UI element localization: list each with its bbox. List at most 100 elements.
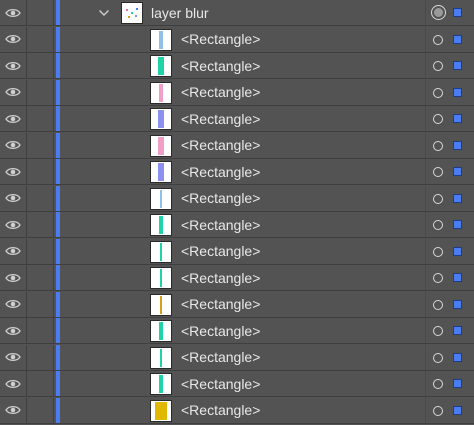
rectangle-row[interactable]: <Rectangle> xyxy=(0,291,474,318)
lock-toggle-cell[interactable] xyxy=(28,397,54,423)
rectangle-name[interactable]: <Rectangle> xyxy=(181,186,260,211)
rectangle-name[interactable]: <Rectangle> xyxy=(181,371,260,396)
eye-icon[interactable] xyxy=(0,79,27,105)
selection-indicator-square[interactable] xyxy=(453,379,462,388)
target-circle-icon[interactable] xyxy=(433,405,443,416)
rectangle-name[interactable]: <Rectangle> xyxy=(181,318,260,343)
rectangle-row[interactable]: <Rectangle> xyxy=(0,371,474,397)
lock-toggle-cell[interactable] xyxy=(28,106,54,131)
eye-icon[interactable] xyxy=(0,238,27,264)
target-circle-icon[interactable] xyxy=(433,273,443,283)
column-divider xyxy=(425,79,426,105)
eye-icon[interactable] xyxy=(0,0,27,25)
rectangle-row[interactable]: <Rectangle> xyxy=(0,26,474,53)
lock-toggle-cell[interactable] xyxy=(28,318,54,343)
target-circle-icon[interactable] xyxy=(433,87,443,98)
target-circle-icon[interactable] xyxy=(433,61,443,71)
rectangle-row[interactable]: <Rectangle> xyxy=(0,212,474,238)
target-circle-icon[interactable] xyxy=(433,379,443,389)
rectangle-row[interactable]: <Rectangle> xyxy=(0,238,474,265)
rectangle-row[interactable]: <Rectangle> xyxy=(0,106,474,132)
rectangle-name[interactable]: <Rectangle> xyxy=(181,292,260,317)
selection-indicator-square[interactable] xyxy=(453,8,462,17)
lock-toggle-cell[interactable] xyxy=(28,344,54,370)
eye-icon[interactable] xyxy=(0,318,27,343)
lock-toggle-cell[interactable] xyxy=(28,26,54,52)
lock-toggle-cell[interactable] xyxy=(28,185,54,211)
rectangle-name[interactable]: <Rectangle> xyxy=(181,159,260,184)
selection-indicator-square[interactable] xyxy=(453,326,462,335)
eye-icon[interactable] xyxy=(0,53,27,78)
rectangle-row[interactable]: <Rectangle> xyxy=(0,344,474,371)
target-circle-icon[interactable] xyxy=(433,246,443,257)
rectangle-row[interactable]: <Rectangle> xyxy=(0,185,474,212)
selection-indicator-square[interactable] xyxy=(453,273,462,282)
lock-toggle-cell[interactable] xyxy=(28,0,54,25)
rectangle-name[interactable]: <Rectangle> xyxy=(181,212,260,237)
rectangle-name[interactable]: <Rectangle> xyxy=(181,80,260,105)
selection-indicator-square[interactable] xyxy=(453,220,462,229)
eye-icon[interactable] xyxy=(0,371,27,396)
selection-indicator-square[interactable] xyxy=(453,299,462,309)
target-circle-icon[interactable] xyxy=(433,34,443,45)
selection-indicator-square[interactable] xyxy=(453,114,462,123)
selection-indicator-square[interactable] xyxy=(453,87,462,97)
rectangle-row[interactable]: <Rectangle> xyxy=(0,397,474,424)
rectangle-row[interactable]: <Rectangle> xyxy=(0,159,474,185)
rectangle-name[interactable]: <Rectangle> xyxy=(181,53,260,78)
eye-icon[interactable] xyxy=(0,185,27,211)
target-circle-icon[interactable] xyxy=(433,220,443,230)
rectangle-row[interactable]: <Rectangle> xyxy=(0,132,474,159)
target-double-circle-icon[interactable] xyxy=(431,5,446,20)
target-circle-icon[interactable] xyxy=(433,167,443,177)
selection-indicator-square[interactable] xyxy=(453,246,462,256)
selection-indicator-square[interactable] xyxy=(453,167,462,176)
eye-icon[interactable] xyxy=(0,132,27,158)
chevron-down-icon[interactable] xyxy=(97,6,111,20)
lock-toggle-cell[interactable] xyxy=(28,159,54,184)
eye-icon[interactable] xyxy=(0,212,27,237)
selection-indicator-square[interactable] xyxy=(453,193,462,203)
rectangle-name[interactable]: <Rectangle> xyxy=(181,345,260,370)
target-circle-icon[interactable] xyxy=(433,114,443,124)
lock-toggle-cell[interactable] xyxy=(28,371,54,396)
eye-icon[interactable] xyxy=(0,344,27,370)
rectangle-name[interactable]: <Rectangle> xyxy=(181,27,260,52)
eye-icon[interactable] xyxy=(0,26,27,52)
target-circle-icon[interactable] xyxy=(433,326,443,336)
eye-icon[interactable] xyxy=(0,265,27,290)
rectangle-row[interactable]: <Rectangle> xyxy=(0,53,474,79)
eye-icon[interactable] xyxy=(0,106,27,131)
rectangle-row[interactable]: <Rectangle> xyxy=(0,318,474,344)
selection-indicator-square[interactable] xyxy=(453,34,462,44)
selection-indicator-square[interactable] xyxy=(453,140,462,150)
lock-toggle-cell[interactable] xyxy=(28,291,54,317)
eye-icon[interactable] xyxy=(0,397,27,423)
lock-toggle-cell[interactable] xyxy=(28,132,54,158)
lock-toggle-cell[interactable] xyxy=(28,212,54,237)
selection-indicator-square[interactable] xyxy=(453,405,462,415)
rectangle-row[interactable]: <Rectangle> xyxy=(0,265,474,291)
rectangle-name[interactable]: <Rectangle> xyxy=(181,398,260,423)
rectangle-name[interactable]: <Rectangle> xyxy=(181,106,260,131)
eye-icon[interactable] xyxy=(0,291,27,317)
eye-icon[interactable] xyxy=(0,159,27,184)
layer-name[interactable]: layer blur xyxy=(151,0,209,25)
rectangle-name[interactable]: <Rectangle> xyxy=(181,265,260,290)
lock-toggle-cell[interactable] xyxy=(28,79,54,105)
target-circle-icon[interactable] xyxy=(433,140,443,151)
rectangle-name[interactable]: <Rectangle> xyxy=(181,239,260,264)
thumbnail-stripe xyxy=(155,401,167,420)
selection-indicator-square[interactable] xyxy=(453,61,462,70)
target-circle-icon[interactable] xyxy=(433,193,443,204)
layer-color-bar xyxy=(56,159,60,184)
lock-toggle-cell[interactable] xyxy=(28,265,54,290)
lock-toggle-cell[interactable] xyxy=(28,238,54,264)
target-circle-icon[interactable] xyxy=(433,299,443,310)
target-circle-icon[interactable] xyxy=(433,352,443,363)
lock-toggle-cell[interactable] xyxy=(28,53,54,78)
rectangle-name[interactable]: <Rectangle> xyxy=(181,133,260,158)
selection-indicator-square[interactable] xyxy=(453,352,462,362)
rectangle-row[interactable]: <Rectangle> xyxy=(0,79,474,106)
layer-row-header[interactable]: layer blur xyxy=(0,0,474,26)
